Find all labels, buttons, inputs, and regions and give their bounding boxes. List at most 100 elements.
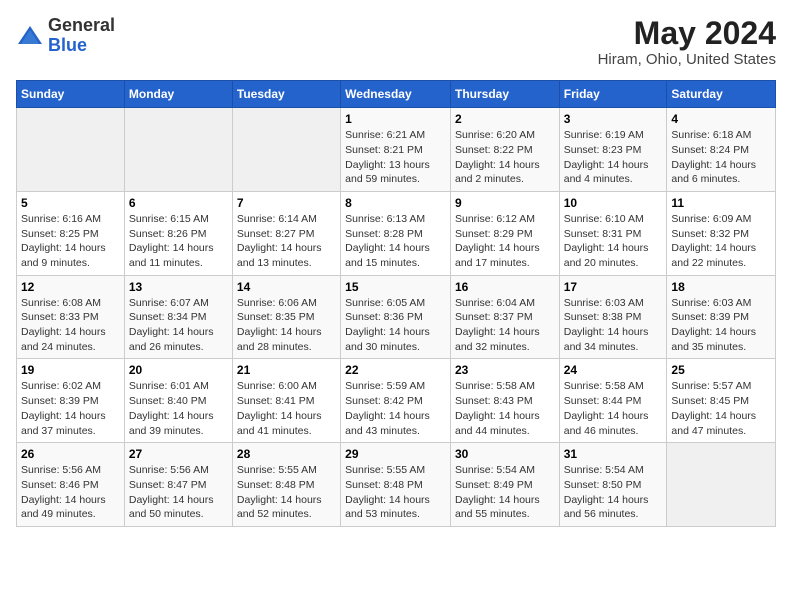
day-info: Sunrise: 5:57 AMSunset: 8:45 PMDaylight:… [671, 379, 771, 438]
day-number: 14 [237, 280, 336, 294]
day-number: 4 [671, 112, 771, 126]
calendar-cell: 18Sunrise: 6:03 AMSunset: 8:39 PMDayligh… [667, 275, 776, 359]
day-info: Sunrise: 5:56 AMSunset: 8:46 PMDaylight:… [21, 463, 120, 522]
calendar-cell: 28 Sunrise: 5:55 AMSunset: 8:48 PMDayligh… [232, 443, 340, 527]
day-number: 15 [345, 280, 446, 294]
day-number: 8 [345, 196, 446, 210]
day-number: 2 [455, 112, 555, 126]
weekday-header-wednesday: Wednesday [341, 81, 451, 108]
title-block: May 2024 Hiram, Ohio, United States [598, 16, 776, 68]
day-info: Sunrise: 5:54 AMSunset: 8:50 PMDaylight:… [564, 463, 663, 522]
day-info: Sunrise: 6:21 AMSunset: 8:21 PMDaylight:… [345, 128, 446, 187]
day-number: 24 [564, 363, 663, 377]
day-info: Sunrise: 6:15 AMSunset: 8:26 PMDaylight:… [129, 212, 228, 271]
day-number: 29 [345, 447, 446, 461]
day-info: Sunrise: 6:19 AMSunset: 8:23 PMDaylight:… [564, 128, 663, 187]
day-number: 11 [671, 196, 771, 210]
calendar-cell: 5Sunrise: 6:16 AMSunset: 8:25 PMDaylight… [17, 191, 125, 275]
calendar-cell: 22Sunrise: 5:59 AMSunset: 8:42 PMDayligh… [341, 359, 451, 443]
day-number: 28 [237, 447, 336, 461]
calendar-cell [667, 443, 776, 527]
weekday-header-sunday: Sunday [17, 81, 125, 108]
day-info: Sunrise: 6:06 AMSunset: 8:35 PMDaylight:… [237, 296, 336, 355]
calendar-body: 1 Sunrise: 6:21 AMSunset: 8:21 PMDaylight… [17, 108, 776, 527]
logo: General Blue [16, 16, 115, 56]
day-info: Sunrise: 6:07 AMSunset: 8:34 PMDaylight:… [129, 296, 228, 355]
day-number: 23 [455, 363, 555, 377]
calendar-cell: 8Sunrise: 6:13 AMSunset: 8:28 PMDaylight… [341, 191, 451, 275]
day-info: Sunrise: 6:20 AMSunset: 8:22 PMDaylight:… [455, 128, 555, 187]
calendar-cell: 7 Sunrise: 6:14 AMSunset: 8:27 PMDaylight… [232, 191, 340, 275]
calendar-cell: 14 Sunrise: 6:06 AMSunset: 8:35 PMDayligh… [232, 275, 340, 359]
calendar-cell: 23Sunrise: 5:58 AMSunset: 8:43 PMDayligh… [450, 359, 559, 443]
day-info: Sunrise: 6:08 AMSunset: 8:33 PMDaylight:… [21, 296, 120, 355]
day-info: Sunrise: 5:56 AMSunset: 8:47 PMDaylight:… [129, 463, 228, 522]
day-info: Sunrise: 6:02 AMSunset: 8:39 PMDaylight:… [21, 379, 120, 438]
calendar-week-row: 5Sunrise: 6:16 AMSunset: 8:25 PMDaylight… [17, 191, 776, 275]
calendar-cell: 3 Sunrise: 6:19 AMSunset: 8:23 PMDaylight… [559, 108, 667, 192]
calendar-header-row: SundayMondayTuesdayWednesdayThursdayFrid… [17, 81, 776, 108]
day-number: 1 [345, 112, 446, 126]
day-number: 19 [21, 363, 120, 377]
day-number: 6 [129, 196, 228, 210]
day-number: 7 [237, 196, 336, 210]
calendar-cell [124, 108, 232, 192]
day-number: 10 [564, 196, 663, 210]
day-number: 12 [21, 280, 120, 294]
day-number: 31 [564, 447, 663, 461]
day-number: 5 [21, 196, 120, 210]
day-number: 30 [455, 447, 555, 461]
day-info: Sunrise: 6:14 AMSunset: 8:27 PMDaylight:… [237, 212, 336, 271]
weekday-header-thursday: Thursday [450, 81, 559, 108]
day-info: Sunrise: 5:55 AMSunset: 8:48 PMDaylight:… [345, 463, 446, 522]
day-info: Sunrise: 6:09 AMSunset: 8:32 PMDaylight:… [671, 212, 771, 271]
calendar-cell: 9Sunrise: 6:12 AMSunset: 8:29 PMDaylight… [450, 191, 559, 275]
calendar-cell: 1 Sunrise: 6:21 AMSunset: 8:21 PMDaylight… [341, 108, 451, 192]
calendar-cell: 13 Sunrise: 6:07 AMSunset: 8:34 PMDayligh… [124, 275, 232, 359]
day-info: Sunrise: 5:55 AMSunset: 8:48 PMDaylight:… [237, 463, 336, 522]
day-info: Sunrise: 6:18 AMSunset: 8:24 PMDaylight:… [671, 128, 771, 187]
day-number: 21 [237, 363, 336, 377]
weekday-header-tuesday: Tuesday [232, 81, 340, 108]
day-info: Sunrise: 5:59 AMSunset: 8:42 PMDaylight:… [345, 379, 446, 438]
calendar-cell: 15 Sunrise: 6:05 AMSunset: 8:36 PMDayligh… [341, 275, 451, 359]
page-header: General Blue May 2024 Hiram, Ohio, Unite… [16, 16, 776, 68]
calendar-cell: 20Sunrise: 6:01 AMSunset: 8:40 PMDayligh… [124, 359, 232, 443]
calendar-cell: 25Sunrise: 5:57 AMSunset: 8:45 PMDayligh… [667, 359, 776, 443]
calendar-cell: 10 Sunrise: 6:10 AMSunset: 8:31 PMDayligh… [559, 191, 667, 275]
day-number: 26 [21, 447, 120, 461]
day-number: 18 [671, 280, 771, 294]
calendar-cell: 6 Sunrise: 6:15 AMSunset: 8:26 PMDaylight… [124, 191, 232, 275]
calendar-cell: 12 Sunrise: 6:08 AMSunset: 8:33 PMDayligh… [17, 275, 125, 359]
day-number: 17 [564, 280, 663, 294]
calendar-week-row: 26 Sunrise: 5:56 AMSunset: 8:46 PMDayligh… [17, 443, 776, 527]
day-info: Sunrise: 6:00 AMSunset: 8:41 PMDaylight:… [237, 379, 336, 438]
day-info: Sunrise: 6:12 AMSunset: 8:29 PMDaylight:… [455, 212, 555, 271]
day-info: Sunrise: 6:05 AMSunset: 8:36 PMDaylight:… [345, 296, 446, 355]
calendar-cell: 19 Sunrise: 6:02 AMSunset: 8:39 PMDayligh… [17, 359, 125, 443]
day-info: Sunrise: 5:54 AMSunset: 8:49 PMDaylight:… [455, 463, 555, 522]
day-number: 3 [564, 112, 663, 126]
calendar-table: SundayMondayTuesdayWednesdayThursdayFrid… [16, 80, 776, 527]
calendar-subtitle: Hiram, Ohio, United States [598, 51, 776, 68]
calendar-cell: 2 Sunrise: 6:20 AMSunset: 8:22 PMDaylight… [450, 108, 559, 192]
logo-general-text: General [48, 15, 115, 35]
calendar-cell: 30 Sunrise: 5:54 AMSunset: 8:49 PMDayligh… [450, 443, 559, 527]
calendar-title: May 2024 [598, 16, 776, 51]
day-info: Sunrise: 6:10 AMSunset: 8:31 PMDaylight:… [564, 212, 663, 271]
calendar-cell: 21 Sunrise: 6:00 AMSunset: 8:41 PMDayligh… [232, 359, 340, 443]
calendar-cell: 29 Sunrise: 5:55 AMSunset: 8:48 PMDayligh… [341, 443, 451, 527]
day-info: Sunrise: 6:03 AMSunset: 8:38 PMDaylight:… [564, 296, 663, 355]
day-number: 13 [129, 280, 228, 294]
weekday-header-monday: Monday [124, 81, 232, 108]
calendar-week-row: 12 Sunrise: 6:08 AMSunset: 8:33 PMDayligh… [17, 275, 776, 359]
day-number: 16 [455, 280, 555, 294]
calendar-week-row: 19 Sunrise: 6:02 AMSunset: 8:39 PMDayligh… [17, 359, 776, 443]
calendar-cell: 31 Sunrise: 5:54 AMSunset: 8:50 PMDayligh… [559, 443, 667, 527]
weekday-header-friday: Friday [559, 81, 667, 108]
calendar-cell: 17 Sunrise: 6:03 AMSunset: 8:38 PMDayligh… [559, 275, 667, 359]
logo-blue-text: Blue [48, 35, 87, 55]
logo-icon [16, 22, 44, 50]
calendar-cell: 4 Sunrise: 6:18 AMSunset: 8:24 PMDaylight… [667, 108, 776, 192]
day-info: Sunrise: 6:04 AMSunset: 8:37 PMDaylight:… [455, 296, 555, 355]
